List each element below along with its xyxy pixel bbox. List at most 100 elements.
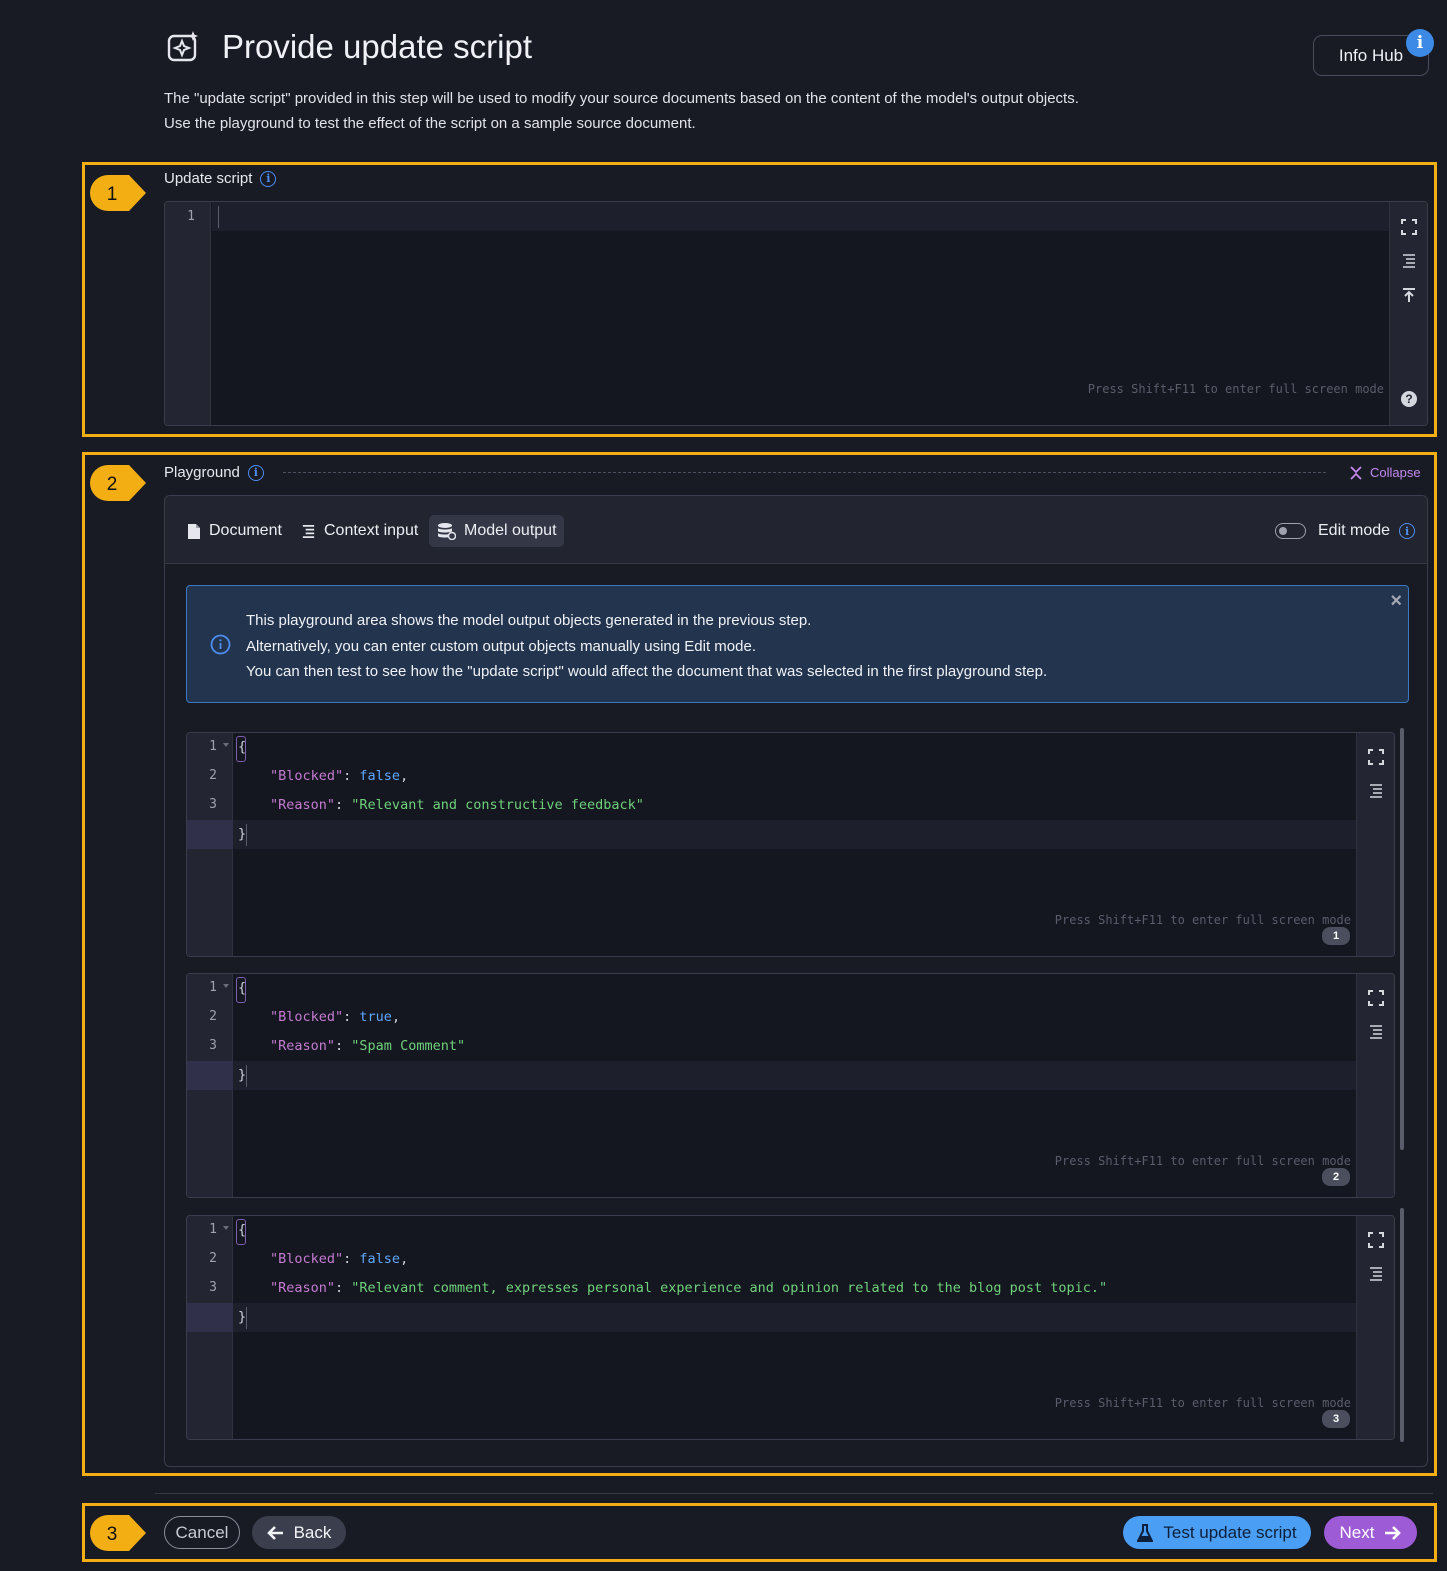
update-script-editor[interactable]: 1 Press Shift+F11 to enter full screen m… — [164, 201, 1428, 426]
output-index-badge: 2 — [1322, 1168, 1350, 1186]
collapse-icon — [1350, 465, 1362, 480]
arrow-right-icon — [1385, 1525, 1402, 1540]
banner-line-3: You can then test to see how the "update… — [246, 663, 1048, 680]
output-scrollbar-2[interactable] — [1400, 1208, 1404, 1442]
fold-chevron-icon[interactable] — [223, 1226, 229, 1230]
line-number: 1 — [187, 209, 195, 224]
edit-mode-info-icon[interactable]: i — [1399, 523, 1416, 539]
line-number: 2 — [209, 1009, 217, 1024]
tab-model-output-label: Model output — [464, 522, 557, 539]
next-button[interactable]: Next — [1324, 1516, 1417, 1549]
document-icon — [188, 523, 200, 539]
edit-mode-toggle[interactable] — [1275, 523, 1306, 539]
text-cursor — [218, 206, 219, 228]
line-number: 3 — [209, 1280, 217, 1295]
code-line-3: "Reason": "Relevant comment, expresses p… — [270, 1280, 1108, 1296]
update-script-label: Update script i — [164, 170, 277, 187]
format-icon[interactable] — [1368, 1024, 1384, 1040]
list-icon — [302, 524, 315, 538]
fullscreen-hint: Press Shift+F11 to enter full screen mod… — [1054, 1154, 1351, 1168]
scroll-top-icon[interactable] — [1401, 287, 1417, 303]
info-hub-badge-icon[interactable]: i — [1406, 29, 1434, 57]
description-line-1: The "update script" provided in this ste… — [164, 90, 1079, 107]
model-output-editor[interactable]: 1234 { "Blocked": true, "Reason": "Spam … — [186, 973, 1395, 1198]
output-index-badge: 1 — [1322, 927, 1350, 945]
step-marker-1-label: 1 — [107, 184, 118, 205]
edit-mode-label: Edit mode — [1318, 522, 1391, 539]
update-script-label-text: Update script — [164, 170, 253, 187]
banner-line-1: This playground area shows the model out… — [246, 612, 812, 629]
format-icon[interactable] — [1401, 253, 1417, 269]
editor-toolbar — [1356, 733, 1394, 956]
code-line-2: "Blocked": false, — [270, 1251, 409, 1267]
format-icon[interactable] — [1368, 1266, 1384, 1282]
line-number: 2 — [209, 768, 217, 783]
active-line-gutter — [187, 1061, 233, 1090]
line-number: 3 — [209, 1038, 217, 1053]
banner-close-icon[interactable]: × — [1390, 590, 1402, 613]
back-label: Back — [293, 1522, 332, 1542]
info-banner: This playground area shows the model out… — [186, 585, 1409, 703]
playground-label-text: Playground — [164, 464, 240, 481]
fullscreen-hint: Press Shift+F11 to enter full screen mod… — [1054, 1396, 1351, 1410]
update-script-info-icon[interactable]: i — [260, 170, 277, 187]
code-line-2: "Blocked": true, — [270, 1009, 401, 1025]
active-line — [187, 1061, 1356, 1090]
code-line-3: "Reason": "Relevant and constructive fee… — [270, 797, 644, 813]
line-number: 2 — [209, 1251, 217, 1266]
code-line-2: "Blocked": false, — [270, 768, 409, 784]
step-marker-1: 1 — [90, 175, 146, 211]
fullscreen-icon[interactable] — [1368, 990, 1384, 1006]
test-update-script-button[interactable]: Test update script — [1123, 1516, 1311, 1549]
step-marker-2: 2 — [90, 465, 146, 501]
description-line-2: Use the playground to test the effect of… — [164, 115, 696, 132]
fullscreen-hint: Press Shift+F11 to enter full screen mod… — [1054, 913, 1351, 927]
model-output-editor[interactable]: 1234 { "Blocked": false, "Reason": "Rele… — [186, 1215, 1395, 1440]
tab-model-output[interactable]: Model output — [429, 515, 564, 547]
editor-toolbar — [1356, 1216, 1394, 1439]
code-line-1: { — [238, 980, 247, 996]
help-icon[interactable]: ? — [1401, 391, 1417, 407]
back-button[interactable]: Back — [252, 1516, 346, 1549]
text-cursor — [246, 824, 247, 846]
active-line — [212, 202, 1390, 231]
text-cursor — [246, 1065, 247, 1087]
code-line-4: } — [238, 1309, 247, 1325]
step-marker-3-label: 3 — [107, 1524, 118, 1545]
fullscreen-icon[interactable] — [1368, 749, 1384, 765]
editor-gutter: 1 — [165, 202, 211, 425]
line-number: 1 — [209, 1222, 217, 1237]
sparkle-script-icon — [167, 31, 198, 62]
code-line-4: } — [238, 826, 247, 842]
tab-document[interactable]: Document — [180, 515, 289, 547]
playground-divider — [283, 472, 1326, 473]
format-icon[interactable] — [1368, 783, 1384, 799]
playground-label: Playground i — [164, 464, 264, 481]
fullscreen-hint: Press Shift+F11 to enter full screen mod… — [1087, 382, 1384, 396]
model-output-editor[interactable]: 1234 { "Blocked": false, "Reason": "Rele… — [186, 732, 1395, 957]
playground-toolbar: Document Context input Model output Edit… — [165, 496, 1427, 564]
tab-context-input-label: Context input — [324, 522, 419, 539]
banner-info-icon — [210, 634, 231, 655]
code-line-3: "Reason": "Spam Comment" — [270, 1038, 466, 1054]
test-update-script-label: Test update script — [1163, 1522, 1297, 1542]
output-scrollbar-1[interactable] — [1400, 728, 1404, 1150]
fullscreen-icon[interactable] — [1401, 219, 1417, 235]
banner-line-2: Alternatively, you can enter custom outp… — [246, 637, 756, 655]
active-line-gutter — [187, 1303, 233, 1332]
fullscreen-icon[interactable] — [1368, 1232, 1384, 1248]
collapse-button[interactable]: Collapse — [1350, 465, 1421, 480]
flask-icon — [1137, 1523, 1154, 1542]
code-line-1: { — [238, 1222, 247, 1238]
line-number: 1 — [209, 739, 217, 754]
page-title: Provide update script — [222, 28, 533, 65]
fold-chevron-icon[interactable] — [223, 743, 229, 747]
fold-chevron-icon[interactable] — [223, 984, 229, 988]
active-line — [187, 1303, 1356, 1332]
tab-context-input[interactable]: Context input — [294, 515, 425, 547]
playground-info-icon[interactable]: i — [247, 464, 264, 481]
next-label: Next — [1339, 1522, 1375, 1542]
active-line — [187, 820, 1356, 849]
banner-text: This playground area shows the model out… — [246, 608, 1047, 685]
cancel-button[interactable]: Cancel — [164, 1516, 240, 1549]
